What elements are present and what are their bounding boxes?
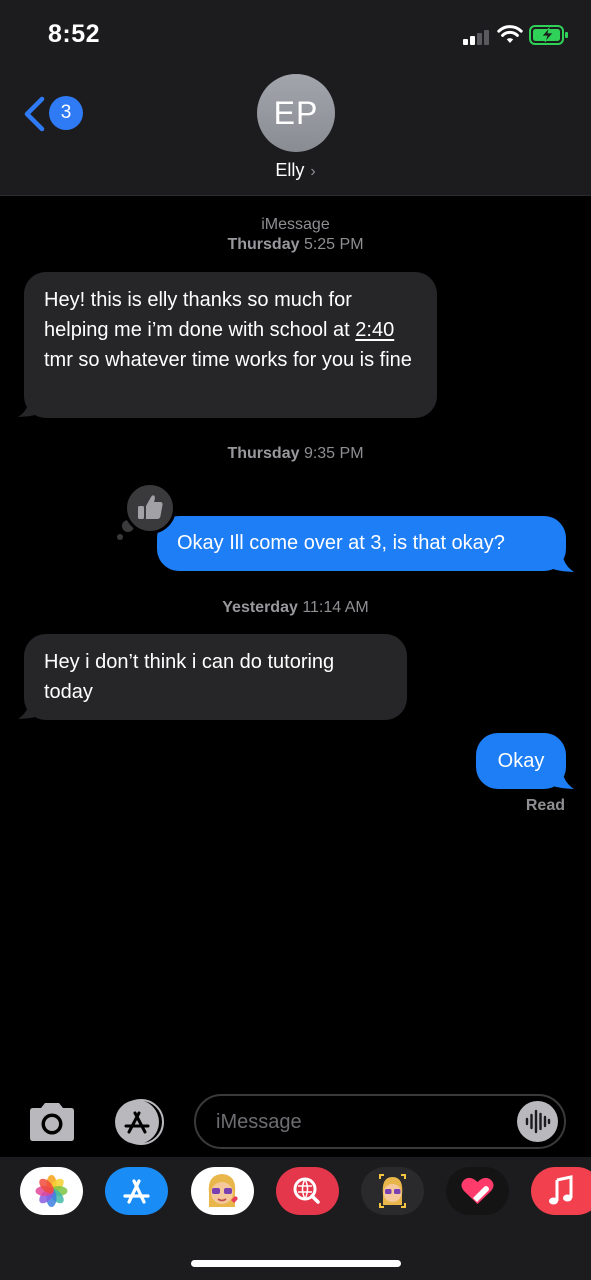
message-text: Okay Ill come over at 3, is that okay? — [177, 532, 505, 554]
camera-icon[interactable] — [26, 1101, 78, 1143]
contact-avatar[interactable]: EP — [257, 74, 335, 152]
chevron-left-icon — [24, 96, 45, 132]
read-receipt: Read — [525, 797, 565, 814]
timestamp: Thursday 5:25 PM — [0, 236, 591, 254]
animoji-button[interactable] — [361, 1167, 424, 1215]
status-time: 8:52 — [48, 20, 101, 48]
animoji-icon — [379, 1174, 406, 1208]
time-link[interactable]: 2:40 — [355, 319, 394, 341]
signal-bars-icon — [463, 29, 491, 45]
incoming-message-bubble[interactable]: Hey i don’t think i can do tutoring toda… — [24, 634, 407, 720]
message-input[interactable] — [214, 1096, 508, 1149]
message-input-field[interactable] — [194, 1094, 566, 1149]
digital-touch-button[interactable] — [446, 1167, 509, 1215]
timestamp: Thursday 9:35 PM — [0, 445, 591, 463]
app-drawer — [0, 1157, 591, 1280]
chevron-right-icon: › — [310, 163, 316, 180]
photos-app-button[interactable] — [20, 1167, 83, 1215]
unread-count-badge: 3 — [49, 96, 83, 130]
timestamp-day: Thursday — [227, 236, 300, 253]
message-text: tmr so whatever time works for you is fi… — [44, 349, 412, 371]
audio-waveform-icon — [525, 1109, 551, 1134]
contact-name: Elly — [275, 160, 305, 180]
image-search-button[interactable] — [276, 1167, 339, 1215]
outgoing-message-bubble[interactable]: Okay Ill come over at 3, is that okay? — [157, 516, 566, 571]
app-store-app-button[interactable] — [105, 1167, 168, 1215]
timestamp-time: 9:35 PM — [303, 445, 364, 462]
service-label: iMessage — [261, 216, 330, 233]
music-app-button[interactable] — [531, 1167, 591, 1215]
contact-name-button[interactable]: Elly › — [200, 160, 391, 181]
back-button[interactable]: 3 — [22, 92, 84, 136]
tapback-tail — [117, 534, 123, 540]
photos-icon — [35, 1175, 68, 1207]
memoji-stickers-button[interactable] — [191, 1167, 254, 1215]
search-images-icon — [293, 1177, 320, 1204]
app-store-icon[interactable] — [108, 1098, 168, 1146]
message-text: Okay — [497, 750, 545, 772]
timestamp: Yesterday 11:14 AM — [0, 599, 591, 617]
timestamp-day: Yesterday — [222, 599, 298, 616]
thumbs-up-icon — [138, 495, 163, 519]
conversation-header: 8:52 3 EP Elly › — [0, 0, 591, 196]
message-text: Hey! this is elly thanks so much for hel… — [44, 289, 356, 341]
incoming-message-bubble[interactable]: Hey! this is elly thanks so much for hel… — [24, 272, 437, 418]
audio-message-button[interactable] — [517, 1101, 558, 1142]
memoji-stickers-icon — [208, 1174, 238, 1207]
digital-touch-icon — [461, 1177, 494, 1204]
timestamp-time: 11:14 AM — [302, 599, 369, 616]
message-text: Hey i don’t think i can do tutoring toda… — [44, 651, 335, 703]
wifi-icon — [497, 25, 523, 43]
outgoing-message-bubble[interactable]: Okay — [476, 733, 566, 789]
timestamp-time: 5:25 PM — [303, 236, 364, 253]
battery-charging-icon — [529, 25, 568, 45]
timestamp-day: Thursday — [227, 445, 300, 462]
tapback-reaction[interactable] — [124, 482, 176, 534]
home-indicator[interactable] — [191, 1260, 401, 1267]
music-icon — [549, 1175, 573, 1205]
app-store-icon — [123, 1179, 150, 1204]
